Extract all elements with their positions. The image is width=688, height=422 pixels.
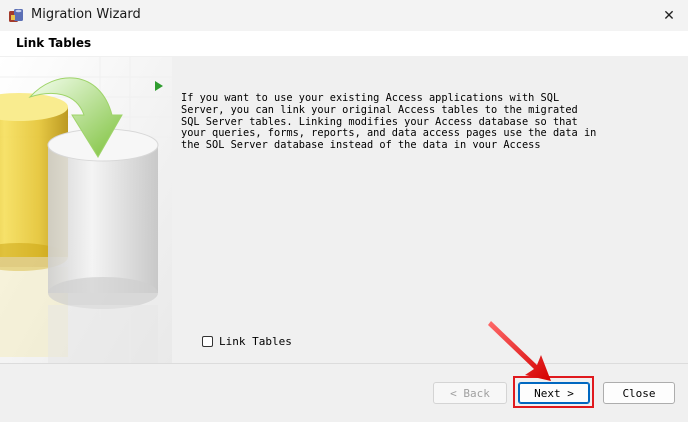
page-title: Link Tables	[16, 36, 92, 50]
window-title: Migration Wizard	[31, 7, 141, 22]
title-bar: Migration Wizard ✕	[0, 0, 688, 31]
close-icon: ✕	[663, 8, 675, 24]
link-tables-label[interactable]: Link Tables	[219, 335, 292, 348]
footer-divider	[0, 363, 688, 364]
link-tables-checkbox[interactable]	[202, 336, 213, 347]
close-button[interactable]: Close	[603, 382, 675, 404]
migration-wizard-icon	[9, 9, 23, 22]
link-tables-option[interactable]: Link Tables	[202, 335, 292, 348]
page-header: Link Tables	[0, 31, 688, 57]
next-button[interactable]: Next >	[518, 382, 590, 404]
database-migration-illustration	[0, 57, 172, 363]
wizard-illustration	[0, 57, 172, 363]
description-text: If you want to use your existing Access …	[181, 93, 597, 148]
window-close-button[interactable]: ✕	[656, 3, 682, 29]
play-arrow-icon	[155, 81, 163, 91]
description-area: If you want to use your existing Access …	[181, 93, 601, 148]
back-button[interactable]: < Back	[433, 382, 507, 404]
